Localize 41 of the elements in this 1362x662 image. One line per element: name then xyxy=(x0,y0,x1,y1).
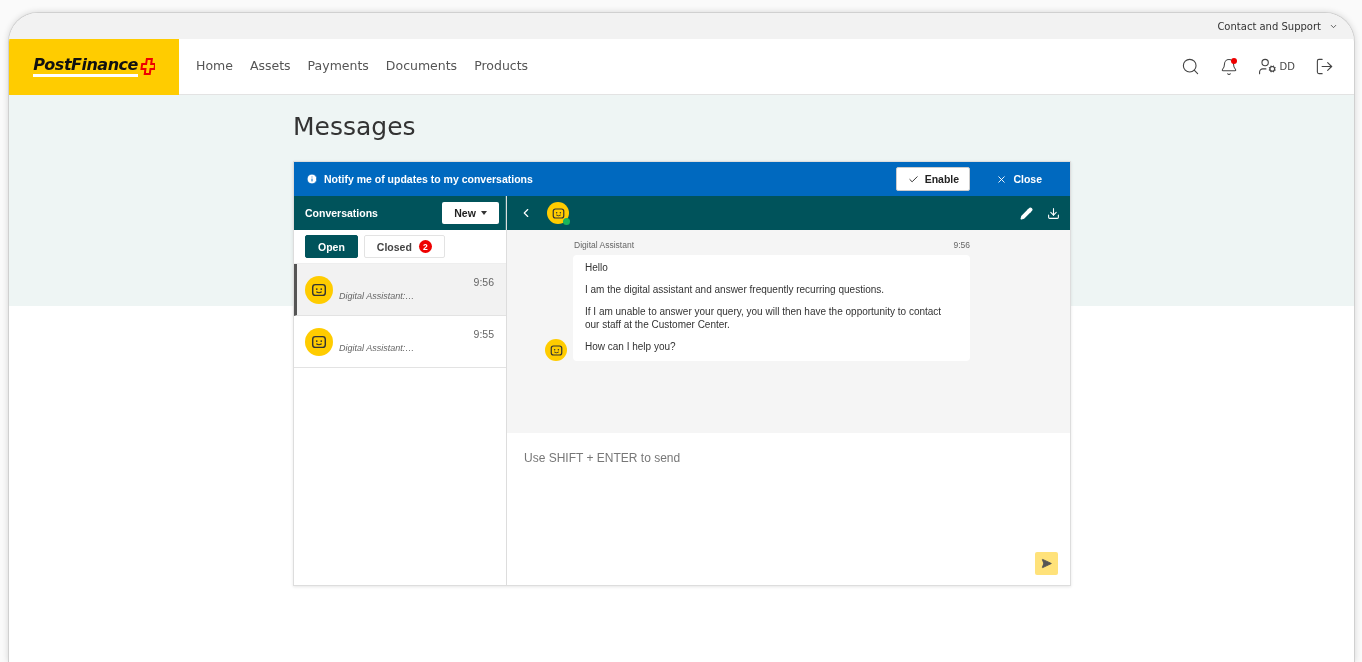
conversation-tab[interactable]: Open xyxy=(305,235,358,258)
message-text: How can I help you? xyxy=(585,340,677,353)
new-button[interactable]: New xyxy=(442,202,499,224)
nav-link[interactable]: Assets xyxy=(249,58,291,75)
enable-button[interactable]: Enable xyxy=(896,167,971,191)
count-badge: 2 xyxy=(418,240,432,253)
conversation-item[interactable]: Digital Assistant:… 9:55 xyxy=(294,316,506,368)
check-icon xyxy=(907,173,919,185)
search-button[interactable] xyxy=(1180,57,1200,76)
close-icon xyxy=(996,173,1008,185)
user-settings-button[interactable]: DD xyxy=(1257,57,1295,76)
conversation-preview: Digital Assistant:… xyxy=(339,343,415,353)
conversation-item[interactable]: Digital Assistant:… 9:56 xyxy=(294,264,506,316)
message-time: 9:56 xyxy=(953,240,970,250)
download-icon[interactable] xyxy=(1047,206,1060,220)
cross-logo-icon xyxy=(138,57,155,76)
nav-link[interactable]: Home xyxy=(196,58,233,75)
page-title: Messages xyxy=(293,111,417,143)
edit-icon[interactable] xyxy=(1020,206,1033,220)
sender-name: Digital Assistant xyxy=(574,240,634,250)
message-text: Hello xyxy=(585,261,609,274)
info-icon xyxy=(306,173,318,185)
conversation-time: 9:55 xyxy=(473,328,494,340)
contact-support-link[interactable]: Contact and Support xyxy=(1217,20,1338,32)
conversation-preview: Digital Assistant:… xyxy=(339,291,415,301)
caret-icon xyxy=(480,211,487,215)
message-text: I am the digital assistant and answer frequently recurring questions. xyxy=(585,283,886,296)
close-button[interactable]: Close xyxy=(990,172,1048,186)
conversation-tab[interactable]: Closed 2 xyxy=(363,235,445,258)
logo-text[interactable]: PostFinance xyxy=(33,56,138,77)
notify-text: Notify me of updates to my conversations xyxy=(324,173,534,185)
logout-button[interactable] xyxy=(1315,57,1334,76)
notifications-button[interactable] xyxy=(1219,57,1238,76)
send-icon xyxy=(1041,557,1052,570)
message-text: If I am unable to answer your query, you will then have the opportunity to contact our staff at the Customer Center. xyxy=(585,305,943,331)
nav-link[interactable]: Products xyxy=(474,58,529,75)
send-button[interactable] xyxy=(1035,552,1058,575)
nav-link[interactable]: Payments xyxy=(307,58,369,75)
conversations-title: Conversations xyxy=(305,207,379,219)
nav-link[interactable]: Documents xyxy=(385,58,458,75)
conversation-time: 9:56 xyxy=(473,276,494,288)
